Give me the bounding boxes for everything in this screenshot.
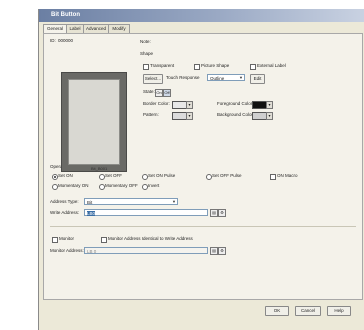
write-address-value: LB0 (87, 211, 96, 216)
set-on-pulse-label: Set ON Pulse (148, 173, 176, 178)
chevron-down-icon: ▼ (239, 75, 243, 80)
touch-response-select[interactable]: Outline ▼ (207, 74, 245, 81)
bit-button-dialog: Bit Button General Label Advanced Modify… (38, 9, 364, 330)
help-button[interactable]: Help (327, 306, 351, 316)
foreground-color-dropdown-icon[interactable]: ▾ (266, 101, 273, 109)
set-off-label: Set OFF (105, 173, 123, 178)
shape-preview: Bit_B001 (61, 72, 127, 172)
select-shape-button[interactable]: Select... (143, 74, 163, 84)
shape-preview-caption: Bit_B001 (91, 166, 108, 171)
tab-label[interactable]: Label (66, 24, 84, 33)
separator-line (50, 226, 356, 227)
monitor-label: Monitor (59, 236, 75, 241)
window-title: Bit Button (51, 12, 80, 18)
on-macro-checkbox[interactable] (270, 174, 276, 180)
picture-shape-checkbox[interactable] (194, 64, 200, 70)
chevron-down-icon: ▼ (172, 199, 176, 204)
monitor-address-browse-icon[interactable]: ▤ (210, 247, 218, 255)
cancel-button[interactable]: Cancel (295, 306, 321, 316)
shape-preview-face: Bit_B001 (68, 79, 120, 171)
border-color-dropdown-icon[interactable]: ▾ (186, 101, 193, 109)
transparent-checkbox[interactable] (143, 64, 149, 70)
monitor-address-value: LB 0 (87, 249, 97, 254)
background-color-label: Background Color: (217, 112, 255, 117)
transparent-label: Transparent (150, 63, 175, 68)
monitor-checkbox[interactable] (52, 237, 58, 243)
pattern-label: Pattern: (143, 112, 159, 117)
address-type-value: Bit (87, 200, 93, 205)
set-on-label: Set ON (58, 173, 73, 178)
touch-response-label: Touch Response (166, 75, 200, 80)
write-address-field[interactable]: LB0 (84, 209, 208, 216)
edit-shape-button[interactable]: Edit (250, 74, 265, 84)
monitor-same-label: Monitor Address Identical to Write Addre… (108, 236, 193, 241)
border-color-label: Border Color: (143, 101, 170, 106)
pattern-dropdown-icon[interactable]: ▾ (186, 112, 193, 120)
on-macro-label: ON Macro (277, 173, 298, 178)
external-label-checkbox[interactable] (250, 64, 256, 70)
touch-response-value: Outline (210, 76, 225, 81)
shape-group-title: Shape (140, 51, 154, 56)
monitor-address-label: Monitor Address: (50, 248, 84, 253)
id-value: 000000 (58, 38, 74, 43)
momentary-off-label: Momentary OFF (105, 183, 138, 188)
invert-label: Invert (148, 183, 160, 188)
state-on-button[interactable]: On (155, 89, 163, 97)
foreground-color-label: Foreground Color: (217, 101, 254, 106)
address-type-label: Address Type: (50, 199, 79, 204)
tab-modify[interactable]: Modify (108, 24, 130, 33)
set-off-pulse-label: Set OFF Pulse (212, 173, 242, 178)
note-label: Note: (140, 39, 151, 44)
write-address-browse-icon[interactable]: ▤ (210, 209, 218, 217)
monitor-address-field[interactable]: LB 0 (84, 247, 208, 254)
state-off-button[interactable]: Off (163, 89, 171, 97)
background-color-dropdown-icon[interactable]: ▾ (266, 112, 273, 120)
state-label: State: (143, 89, 155, 94)
monitor-same-checkbox[interactable] (101, 237, 107, 243)
id-label: ID: (50, 38, 56, 43)
picture-shape-label: Picture Shape (201, 63, 230, 68)
write-address-label: Write Address: (50, 210, 80, 215)
title-bar: Bit Button (39, 9, 364, 22)
address-type-select[interactable]: Bit ▼ (84, 198, 178, 205)
tab-advanced[interactable]: Advanced (83, 24, 109, 33)
momentary-on-label: Momentary ON (58, 183, 89, 188)
monitor-address-settings-icon[interactable]: ⚙ (218, 247, 226, 255)
external-label-label: External Label (257, 63, 286, 68)
write-address-settings-icon[interactable]: ⚙ (218, 209, 226, 217)
ok-button[interactable]: OK (265, 306, 289, 316)
